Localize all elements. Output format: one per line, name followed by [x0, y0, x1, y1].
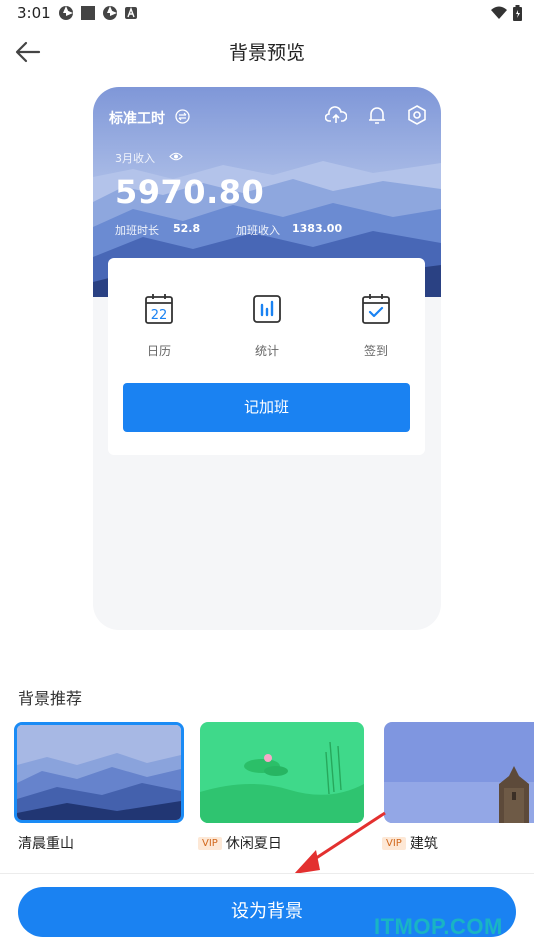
ot-income-label: 加班收入: [236, 224, 280, 237]
preview-top-icons: [325, 105, 427, 125]
month-income-label: 3月收入: [115, 152, 155, 165]
page-title: 背景预览: [228, 42, 305, 64]
feature-stats-label: 统计: [254, 344, 279, 358]
preview-feature-card: 22 日历 统计 签到 记加班: [108, 258, 425, 455]
bell-icon: [369, 107, 385, 124]
bg-thumb-label-architecture: VIP 建筑: [382, 833, 438, 853]
feature-check-in-label: 签到: [363, 344, 388, 358]
feature-calendar-label: 日历: [146, 344, 171, 358]
watermark: ITMOP.COM: [374, 914, 503, 939]
wifi-icon: [491, 6, 507, 19]
recommend-title: 背景推荐: [18, 689, 83, 708]
red-arrow-annotation: [294, 811, 386, 874]
battery-icon: [513, 5, 522, 21]
square-icon: [81, 6, 95, 20]
bg-thumb-label-summer: VIP 休闲夏日: [198, 833, 282, 853]
vip-badge: VIP: [198, 836, 222, 850]
status-bar: 3:01: [0, 0, 534, 28]
divider: [0, 873, 534, 874]
bg-thumb-mountains-name: 清晨重山: [18, 836, 74, 852]
bg-thumb-architecture[interactable]: [384, 722, 534, 823]
aperture-icon: [103, 6, 117, 20]
cloud-upload-icon: [325, 106, 347, 123]
ot-hours-value: 52.8: [173, 222, 201, 235]
check-in-icon: [362, 294, 390, 324]
feature-stats: 统计: [232, 293, 302, 359]
stats-icon: [253, 295, 281, 323]
a-badge-icon: [125, 7, 137, 19]
status-notification-icons: [58, 5, 138, 21]
aperture-icon: [59, 6, 73, 20]
eye-icon: [169, 152, 183, 161]
bg-thumb-architecture-name: 建筑: [409, 836, 438, 852]
svg-text:22: 22: [151, 308, 168, 323]
background-preview: 标准工时 3月收入 5970.80 加班时长 52.8 加班收入 1383.00…: [93, 87, 441, 630]
ot-hours-label: 加班时长: [115, 224, 159, 237]
swap-icon: [175, 109, 190, 124]
feature-calendar: 22 日历: [124, 293, 194, 359]
status-system-icons: [491, 5, 522, 21]
feature-check-in: 签到: [341, 293, 411, 359]
bg-thumb-summer-name: 休闲夏日: [225, 836, 282, 852]
record-overtime-button: 记加班: [123, 383, 410, 432]
calendar-icon: 22: [145, 294, 173, 324]
ot-income-value: 1383.00: [292, 222, 343, 235]
bg-thumb-label-mountains: 清晨重山: [18, 833, 74, 853]
income-amount: 5970.80: [115, 173, 265, 211]
bg-thumb-mountains[interactable]: [14, 722, 184, 823]
settings-icon: [408, 105, 426, 125]
preview-app-title: 标准工时: [109, 111, 165, 127]
status-time: 3:01: [17, 4, 51, 22]
